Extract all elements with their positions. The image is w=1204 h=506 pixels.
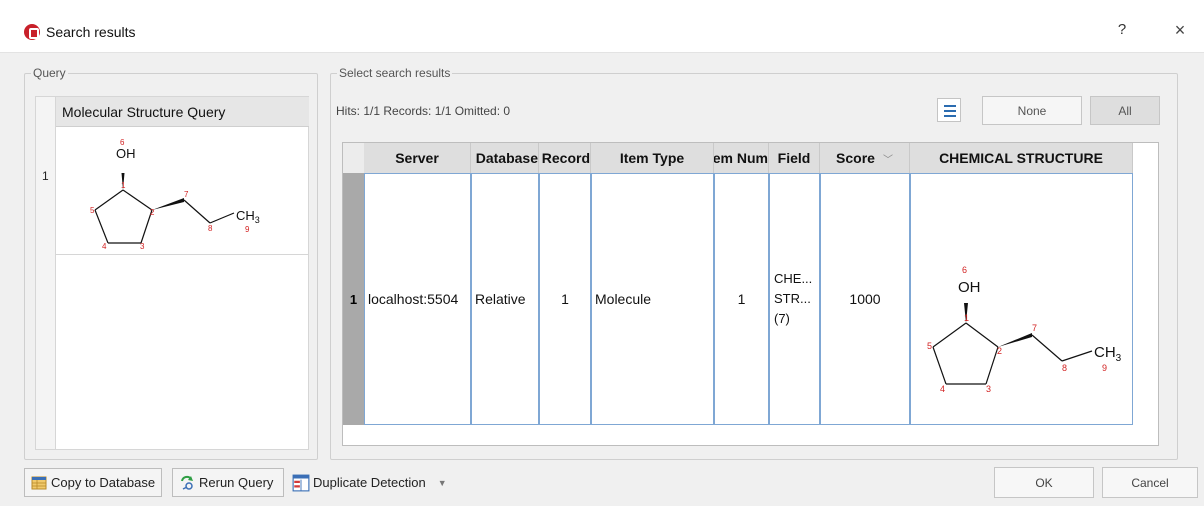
cell-field[interactable]: CHE... STR... (7): [769, 173, 820, 425]
cell-score[interactable]: 1000: [820, 173, 910, 425]
result-atom-number-7: 7: [1032, 323, 1037, 333]
cell-record[interactable]: 1: [539, 173, 591, 425]
atom-number-3: 3: [140, 242, 145, 251]
menu-icon[interactable]: [937, 98, 961, 122]
result-ch3-label: CH: [1094, 344, 1116, 361]
result-atom-number-1: 1: [964, 313, 969, 323]
copy-to-database-icon: [31, 476, 47, 489]
svg-text:CH3: CH3: [236, 208, 260, 225]
query-row-number: 1: [42, 169, 49, 183]
cancel-button[interactable]: Cancel: [1102, 467, 1198, 498]
cell-server[interactable]: localhost:5504: [364, 173, 471, 425]
rerun-query-button[interactable]: Rerun Query: [172, 468, 284, 497]
svg-text:CH3: CH3: [1094, 344, 1122, 364]
column-header-server[interactable]: Server: [364, 143, 471, 173]
query-legend: Query: [33, 66, 66, 80]
score-header-label: Score: [836, 150, 875, 166]
result-atom-number-2: 2: [997, 346, 1002, 356]
rerun-query-icon: [181, 475, 193, 490]
column-header-item-type[interactable]: Item Type: [591, 143, 714, 173]
result-atom-number-5: 5: [927, 341, 932, 351]
query-column-header[interactable]: Molecular Structure Query: [56, 97, 309, 127]
chevron-down-icon: ﹀: [882, 154, 893, 166]
cell-database[interactable]: Relative: [471, 173, 539, 425]
atom-number-7: 7: [184, 190, 189, 199]
cell-chemical-structure[interactable]: OH CH3 1 2 3 4 5 6 7 8 9: [910, 173, 1133, 425]
result-ch3-subscript: 3: [1115, 353, 1121, 364]
field-line-2: STR...: [774, 291, 811, 306]
column-header-field[interactable]: Field: [769, 143, 820, 173]
duplicate-detection-icon: [292, 474, 310, 491]
query-molecule-structure: OH CH3 1 2 3 4 5 6 7 8 9: [90, 138, 260, 251]
ch3-label: CH: [236, 208, 255, 223]
window-title: Search results: [46, 24, 136, 40]
hits-summary: Hits: 1/1 Records: 1/1 Omitted: 0: [336, 104, 511, 118]
query-grid: Molecular Structure Query 1 OH CH3 1 2 3…: [35, 96, 309, 450]
results-table: Server Database Record Item Type Item Nu…: [342, 142, 1159, 446]
result-atom-number-3: 3: [986, 384, 991, 394]
table-row-number[interactable]: 1: [343, 173, 364, 425]
atom-number-5: 5: [90, 206, 95, 215]
atom-number-8: 8: [208, 224, 213, 233]
result-molecule-structure: OH CH3 1 2 3 4 5 6 7 8 9: [927, 265, 1122, 394]
dropdown-arrow-icon: ▼: [437, 477, 447, 488]
rerun-query-label: Rerun Query: [199, 475, 274, 490]
result-atom-number-4: 4: [940, 384, 945, 394]
result-atom-number-6: 6: [962, 265, 967, 275]
help-button[interactable]: ?: [1112, 21, 1132, 41]
atom-number-1: 1: [121, 181, 126, 190]
copy-to-database-label: Copy to Database: [51, 475, 156, 490]
table-corner: [343, 143, 364, 173]
column-header-database[interactable]: Database: [471, 143, 539, 173]
ok-button[interactable]: OK: [994, 467, 1094, 498]
query-molecule-cell[interactable]: OH CH3 1 2 3 4 5 6 7 8 9: [56, 127, 309, 255]
atom-number-6: 6: [120, 138, 125, 147]
select-all-button[interactable]: All: [1090, 96, 1160, 125]
field-line-3: (7): [774, 311, 790, 326]
atom-number-4: 4: [102, 242, 107, 251]
column-header-item-num[interactable]: Item Num: [714, 143, 769, 173]
query-row-header: [36, 97, 56, 449]
column-header-score[interactable]: Score ﹀: [820, 143, 910, 173]
close-button[interactable]: ×: [1170, 20, 1190, 40]
select-none-button[interactable]: None: [982, 96, 1082, 125]
copy-to-database-button[interactable]: Copy to Database: [24, 468, 162, 497]
duplicate-detection-label: Duplicate Detection: [313, 475, 426, 490]
ch3-subscript: 3: [255, 215, 260, 225]
column-header-chemical-structure[interactable]: CHEMICAL STRUCTURE: [910, 143, 1133, 173]
app-logo-icon: [24, 24, 40, 40]
field-line-1: CHE...: [774, 271, 813, 286]
cell-item-type[interactable]: Molecule: [591, 173, 714, 425]
atom-number-2: 2: [150, 208, 155, 217]
oh-label: OH: [116, 146, 136, 161]
result-atom-number-8: 8: [1062, 363, 1067, 373]
column-header-record[interactable]: Record: [539, 143, 591, 173]
result-oh-label: OH: [958, 279, 981, 296]
atom-number-9: 9: [245, 225, 250, 234]
result-atom-number-9: 9: [1102, 363, 1107, 373]
duplicate-detection-dropdown[interactable]: Duplicate Detection ▼: [292, 468, 447, 497]
results-legend: Select search results: [339, 66, 451, 80]
title-bar: Search results ? ×: [0, 0, 1204, 53]
cell-item-num[interactable]: 1: [714, 173, 769, 425]
